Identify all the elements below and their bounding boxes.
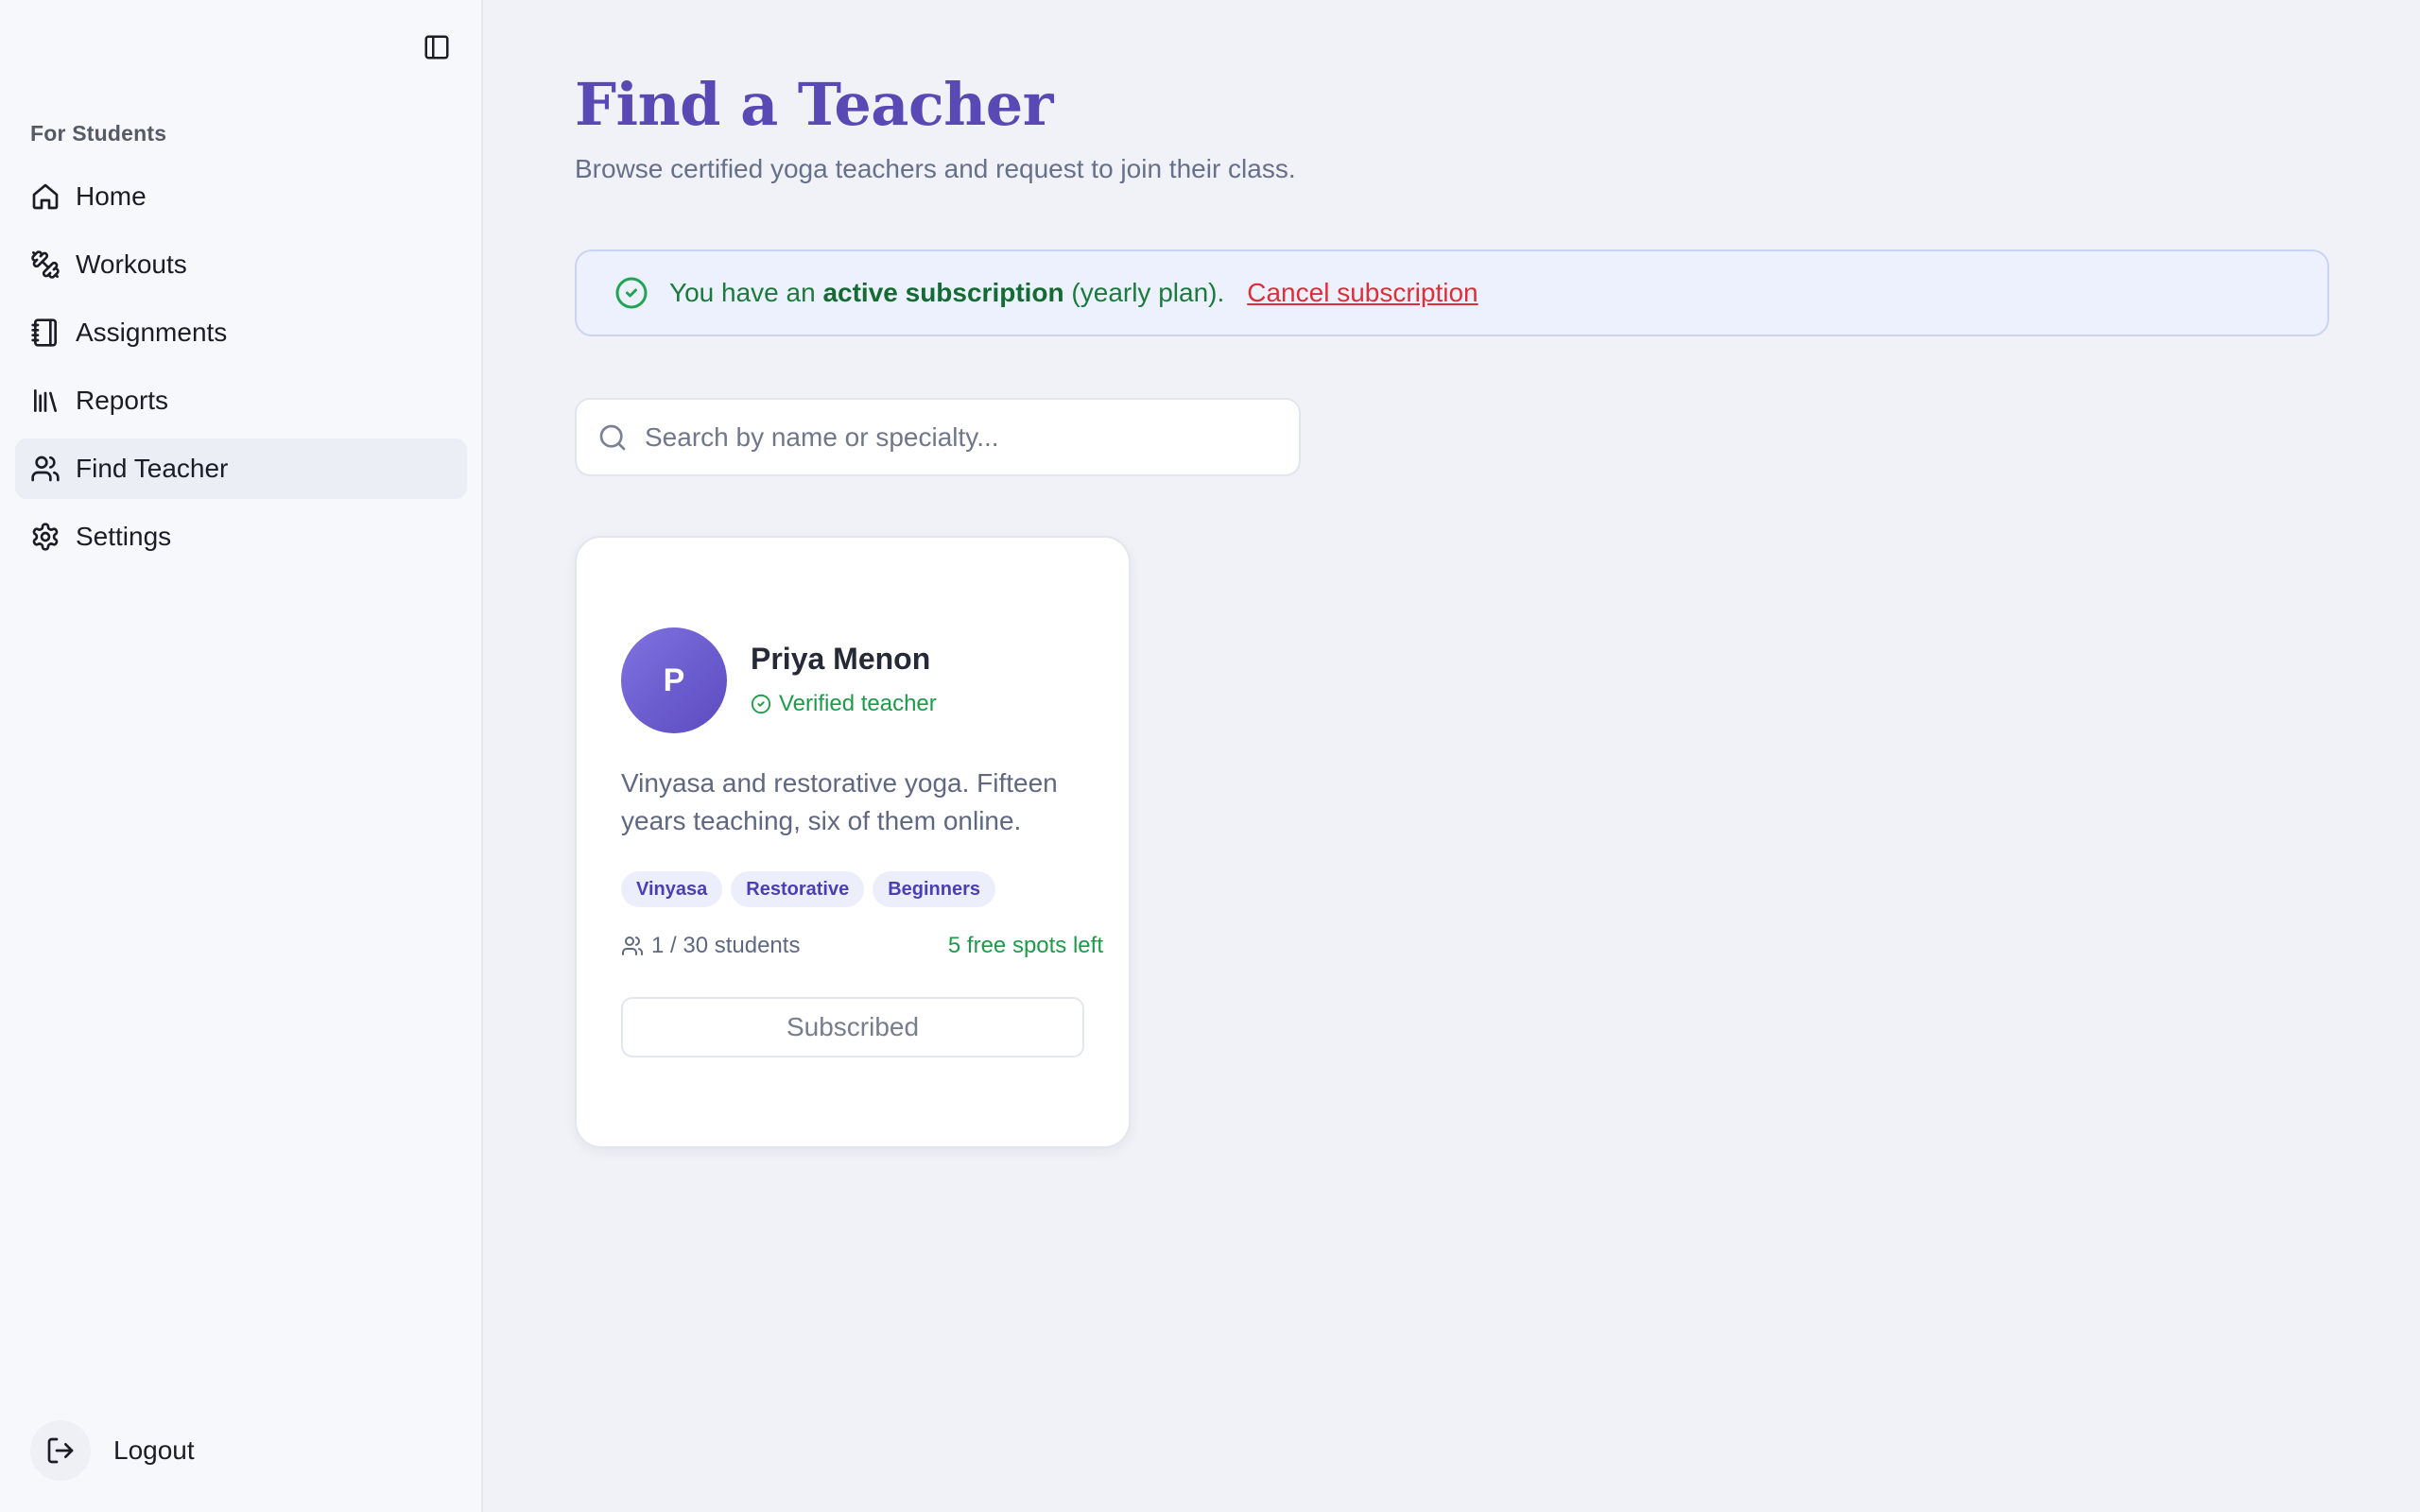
search-box bbox=[575, 398, 1301, 476]
logout-label: Logout bbox=[113, 1435, 195, 1465]
sidebar-section-label: For Students bbox=[30, 121, 167, 146]
subscription-banner: You have an active subscription (yearly … bbox=[575, 249, 2329, 336]
tag: Restorative bbox=[731, 871, 865, 907]
student-count: 1 / 30 students bbox=[621, 933, 800, 959]
banner-text-bold: active subscription bbox=[822, 278, 1064, 307]
teacher-name: Priya Menon bbox=[751, 642, 931, 676]
teacher-bio: Vinyasa and restorative yoga. Fifteen ye… bbox=[621, 768, 1058, 835]
notebook-icon bbox=[31, 318, 57, 347]
check-circle-icon bbox=[751, 694, 771, 714]
logout-icon-wrapper bbox=[30, 1420, 91, 1481]
tag: Vinyasa bbox=[621, 871, 723, 907]
sidebar-item-workouts[interactable]: Workouts bbox=[15, 234, 467, 295]
check-circle-icon bbox=[615, 277, 648, 309]
verified-badge: Verified teacher bbox=[751, 691, 937, 717]
search-input[interactable] bbox=[645, 421, 1288, 453]
tag: Beginners bbox=[873, 871, 995, 907]
sidebar-item-label: Workouts bbox=[76, 249, 187, 279]
logout-button[interactable]: Logout bbox=[30, 1420, 195, 1481]
users-icon bbox=[31, 455, 60, 482]
sidebar-item-label: Assignments bbox=[76, 318, 228, 347]
sidebar: For Students Home Workouts Assignments R… bbox=[0, 0, 483, 1512]
banner-text-after: (yearly plan). bbox=[1071, 278, 1225, 307]
page-title: Find a Teacher bbox=[575, 70, 1053, 139]
sidebar-item-label: Settings bbox=[76, 522, 172, 551]
sidebar-item-assignments[interactable]: Assignments bbox=[15, 302, 467, 363]
free-spots: 5 free spots left bbox=[947, 933, 1103, 958]
cancel-subscription-link[interactable]: Cancel subscription bbox=[1247, 278, 1478, 308]
student-count-text: 1 / 30 students bbox=[651, 933, 801, 958]
sidebar-item-reports[interactable]: Reports bbox=[15, 370, 467, 431]
sidebar-item-label: Home bbox=[76, 181, 147, 211]
teacher-stats: 1 / 30 students 5 free spots left bbox=[621, 933, 1103, 959]
verified-label: Verified teacher bbox=[779, 691, 937, 716]
sidebar-item-find-teacher[interactable]: Find Teacher bbox=[15, 438, 467, 499]
home-icon bbox=[32, 183, 59, 210]
library-icon bbox=[34, 389, 57, 412]
sidebar-panel-icon bbox=[424, 35, 449, 60]
sidebar-item-label: Find Teacher bbox=[76, 454, 229, 483]
logout-icon bbox=[47, 1437, 74, 1464]
page-subtitle: Browse certified yoga teachers and reque… bbox=[575, 154, 1296, 183]
subscribed-button[interactable]: Subscribed bbox=[621, 997, 1084, 1057]
banner-text-before: You have an bbox=[669, 278, 816, 307]
sidebar-item-home[interactable]: Home bbox=[15, 166, 467, 227]
teacher-card: P Priya Menon Verified teacher Vinyasa a… bbox=[575, 536, 1131, 1148]
sidebar-item-label: Reports bbox=[76, 386, 169, 415]
avatar: P bbox=[621, 627, 727, 733]
sidebar-toggle-button[interactable] bbox=[420, 30, 454, 64]
sidebar-nav: Home Workouts Assignments Reports Find T… bbox=[15, 166, 467, 575]
search-icon bbox=[599, 424, 626, 450]
dumbbell-icon bbox=[31, 250, 60, 279]
gear-icon bbox=[32, 523, 59, 551]
users-icon bbox=[622, 936, 643, 955]
sidebar-item-settings[interactable]: Settings bbox=[15, 507, 467, 567]
tag-list: Vinyasa Restorative Beginners bbox=[621, 871, 1004, 907]
